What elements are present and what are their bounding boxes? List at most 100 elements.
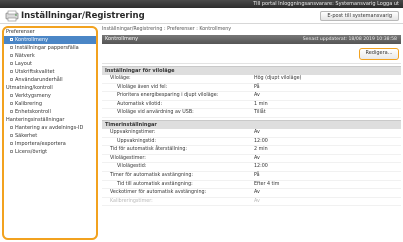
sidebar-item-avdelnings-id[interactable]: Hantering av avdelnings-ID — [4, 124, 96, 132]
setting-label: Viloläge även vid fel: — [117, 84, 168, 90]
setting-label: Viloläge vid anvärdning av USB: — [117, 110, 194, 116]
setting-label: Viloläge: — [110, 76, 131, 81]
sidebar-item-label: Layout — [15, 61, 32, 67]
top-links[interactable]: Till portal Inloggningsansvarare: System… — [253, 0, 399, 8]
sidebar-group-output[interactable]: Utmatning/kontroll — [4, 84, 96, 92]
settings-row: Veckotimer för automatisk avstängning: Av — [102, 189, 401, 198]
setting-value: Tillåt — [254, 110, 266, 116]
settings-row: Viloläge: Hög (djupt viloläge) — [102, 75, 401, 84]
sidebar-group-management[interactable]: Hanteringsinställningar — [4, 116, 96, 124]
bullet-icon — [10, 101, 13, 105]
app-title: Inställningar/Registrering — [21, 11, 145, 21]
setting-label: Vilolägestimer: — [110, 155, 146, 161]
settings-row: Uppvakningstimer: Av — [102, 129, 401, 138]
section-title-sleep: Inställningar för viloläge — [102, 66, 401, 75]
bullet-icon — [10, 77, 13, 81]
bullet-icon — [10, 149, 13, 153]
bullet-icon — [10, 141, 13, 145]
sidebar-item-verktygsmeny[interactable]: Verktygsmeny — [4, 92, 96, 100]
section-title-timer: Timerinställningar — [102, 119, 401, 129]
edit-row: Redigera... — [102, 44, 401, 64]
setting-label: Timer för automatisk avstängning: — [110, 172, 194, 178]
setting-value: Av — [254, 190, 260, 196]
sidebar-item-label: Licens/övrigt — [15, 149, 48, 155]
setting-value: Hög (djupt viloläge) — [254, 76, 302, 81]
sidebar-item-anvandarunderhall[interactable]: Användarunderhåll — [4, 76, 96, 84]
bullet-icon — [10, 61, 13, 65]
setting-label: Uppvakningstimer: — [110, 129, 156, 135]
sidebar-item-kontrollmeny[interactable]: Kontrollmeny — [4, 36, 96, 44]
sidebar-item-layout[interactable]: Layout — [4, 60, 96, 68]
settings-row: Vilolägestimer: Av — [102, 155, 401, 164]
bullet-icon — [10, 69, 13, 73]
sidebar-item-utskriftskvalitet[interactable]: Utskriftskvalitet — [4, 68, 96, 76]
sidebar-item-label: Verktygsmeny — [15, 93, 51, 99]
bullet-icon — [10, 93, 13, 97]
bullet-icon — [10, 37, 13, 41]
sidebar-item-label: Hantering av avdelnings-ID — [15, 125, 84, 131]
setting-value: 2 min — [254, 147, 268, 153]
sidebar-item-label: Importera/exportera — [15, 141, 66, 147]
setting-value: 12:00 — [254, 138, 268, 144]
settings-row: Kalibreringstimer: Av — [102, 198, 401, 207]
sidebar: Preferenser Kontrollmeny Inställningar p… — [2, 26, 98, 240]
setting-value: Av — [254, 93, 260, 99]
setting-value: På — [254, 84, 260, 90]
setting-label: Automatisk vilotid: — [117, 101, 163, 107]
setting-label: Uppvakningstid: — [117, 138, 156, 144]
setting-label: Veckotimer för automatisk avstängning: — [110, 190, 207, 196]
setting-value: 12:00 — [254, 164, 268, 170]
settings-row: Uppvakningstid: 12:00 — [102, 138, 401, 147]
sidebar-item-kalibrering[interactable]: Kalibrering — [4, 100, 96, 108]
setting-value: Efter 4 tim — [254, 181, 280, 187]
sidebar-item-natverk[interactable]: Nätverk — [4, 52, 96, 60]
settings-row: Automatisk vilotid: 1 min — [102, 101, 401, 110]
sidebar-item-label: Enhetskontroll — [15, 109, 51, 115]
setting-label: Tid för automatisk återställning: — [110, 147, 188, 153]
sidebar-group-preferences[interactable]: Preferenser — [4, 28, 96, 36]
setting-value: Av — [254, 129, 260, 135]
settings-row: Tid till automatisk avstängning: Efter 4 … — [102, 181, 401, 190]
bullet-icon — [10, 109, 13, 113]
sidebar-item-licens[interactable]: Licens/övrigt — [4, 148, 96, 156]
settings-row: Timer för automatisk avstängning: På — [102, 172, 401, 181]
page-title-bar: Kontrollmeny Senast uppdaterat: 18/08 20… — [102, 35, 401, 44]
settings-row: Tid för automatisk återställning: 2 min — [102, 146, 401, 155]
sidebar-item-label: Användarunderhåll — [15, 77, 63, 83]
sidebar-item-label: Inställningar pappersfälla — [15, 45, 79, 51]
sidebar-item-enhetskontroll[interactable]: Enhetskontroll — [4, 108, 96, 116]
printer-settings-icon — [5, 10, 19, 22]
settings-row: Viloläge även vid fel: På — [102, 84, 401, 93]
settings-row: Prioritera energibesparing i djupt vilol… — [102, 92, 401, 101]
setting-label: Vilolägestid: — [117, 164, 147, 170]
page-title: Kontrollmeny — [105, 36, 139, 42]
breadcrumb: Inställningar/Registrering : Preferenser… — [102, 27, 232, 32]
top-bar: Till portal Inloggningsansvarare: System… — [0, 0, 403, 8]
setting-label: Prioritera energibesparing i djupt vilol… — [117, 93, 219, 99]
bullet-icon — [10, 45, 13, 49]
bullet-icon — [10, 125, 13, 129]
settings-row: Vilolägestid: 12:00 — [102, 163, 401, 172]
setting-label: Tid till automatisk avstängning: — [117, 181, 193, 187]
setting-value: Av — [254, 155, 260, 161]
email-admin-button[interactable]: E-post till systemansvarig — [320, 11, 399, 21]
setting-value: 1 min — [254, 101, 268, 107]
sidebar-item-sakerhet[interactable]: Säkerhet — [4, 132, 96, 140]
sidebar-item-label: Kalibrering — [15, 101, 43, 107]
main-content: Inställningar/Registrering : Preferenser… — [102, 26, 401, 242]
app-header: Inställningar/Registrering E-post till s… — [0, 8, 403, 24]
sidebar-item-pappersfalla[interactable]: Inställningar pappersfälla — [4, 44, 96, 52]
sidebar-item-label: Kontrollmeny — [15, 37, 49, 43]
setting-value: Av — [254, 198, 260, 204]
edit-button[interactable]: Redigera... — [359, 48, 399, 60]
sidebar-item-label: Utskriftskvalitet — [15, 69, 55, 75]
setting-value: På — [254, 172, 260, 178]
settings-row: Viloläge vid anvärdning av USB: Tillåt — [102, 109, 401, 118]
sidebar-item-label: Säkerhet — [15, 133, 38, 139]
sidebar-item-label: Nätverk — [15, 53, 35, 59]
bullet-icon — [10, 133, 13, 137]
last-updated: Senast uppdaterat: 18/08 2019 10:38:58 — [302, 37, 397, 42]
setting-label: Kalibreringstimer: — [110, 198, 153, 204]
sidebar-item-import-export[interactable]: Importera/exportera — [4, 140, 96, 148]
bullet-icon — [10, 53, 13, 57]
